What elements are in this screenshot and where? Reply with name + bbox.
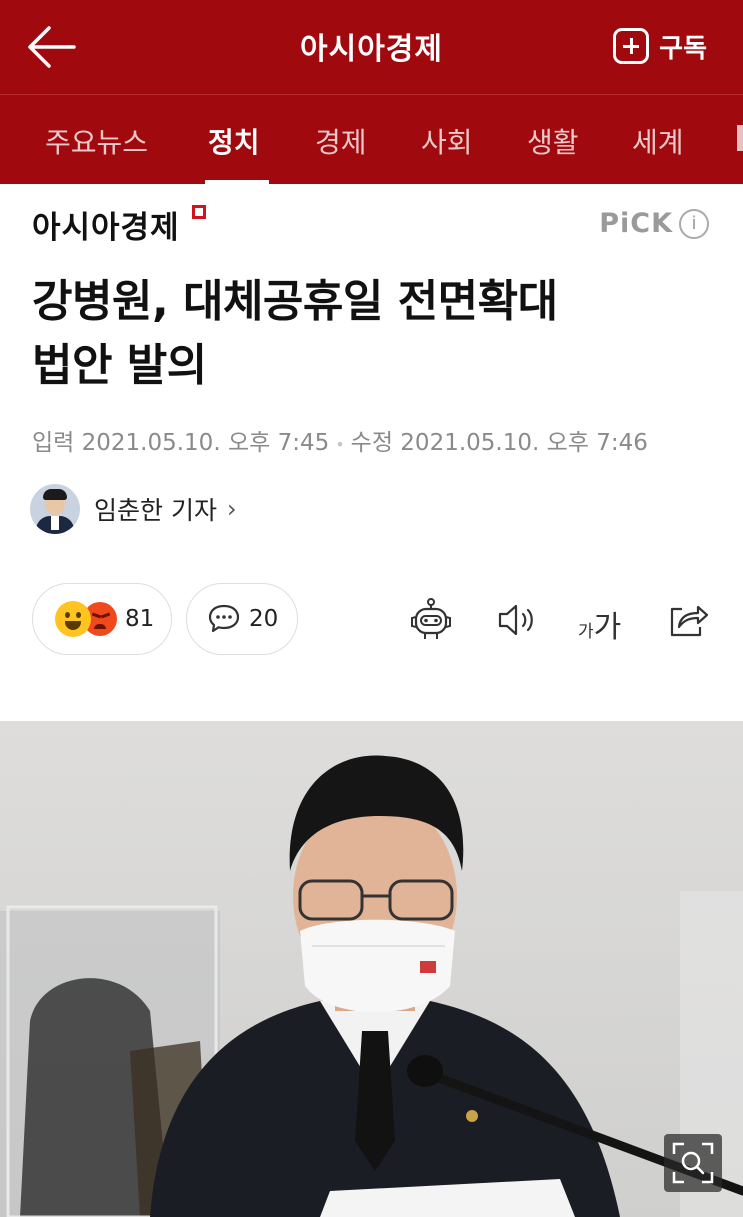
font-size-button[interactable]: 가가 <box>578 602 621 646</box>
share-icon <box>670 605 709 637</box>
article-photo-image <box>0 721 743 1217</box>
chevron-right-icon: › <box>226 495 237 523</box>
tab-politics[interactable]: 정치 <box>208 121 260 161</box>
published-date: 입력 2021.05.10. 오후 7:45 <box>32 430 330 456</box>
tab-society[interactable]: 사회 <box>421 121 473 161</box>
tab-economy[interactable]: 경제 <box>315 121 367 161</box>
comment-count: 20 <box>249 606 279 632</box>
summary-bot-button[interactable] <box>407 596 455 644</box>
pick-badge[interactable]: PiCK i <box>599 208 709 239</box>
tab-main-news[interactable]: 주요뉴스 <box>45 121 148 161</box>
comment-icon <box>208 604 240 633</box>
pick-label: PiCK <box>599 208 673 239</box>
tab-overflow-indicator <box>737 125 743 151</box>
share-button[interactable] <box>665 596 711 644</box>
tab-world[interactable]: 세계 <box>632 121 684 161</box>
subscribe-label: 구독 <box>659 33 707 64</box>
happy-emoji-icon <box>55 601 91 637</box>
article-headline: 강병원, 대체공휴일 전면확대 법안 발의 <box>32 270 712 398</box>
reaction-button[interactable]: 81 <box>32 583 172 655</box>
font-size-large-glyph: 가 <box>593 610 622 645</box>
speaker-icon <box>498 604 533 636</box>
press-logo-mark-icon <box>192 205 206 219</box>
headline-line-1: 강병원, 대체공휴일 전면확대 <box>32 276 558 327</box>
zoom-icon <box>672 1142 714 1184</box>
photo-zoom-button[interactable] <box>664 1134 722 1192</box>
plus-square-icon <box>613 28 650 64</box>
tab-life[interactable]: 생활 <box>527 121 579 161</box>
tts-button[interactable] <box>494 596 540 644</box>
modified-date: 수정 2021.05.10. 오후 7:46 <box>350 430 648 456</box>
font-size-small-glyph: 가 <box>578 622 594 642</box>
author-link[interactable]: 임춘한 기자 › <box>30 483 237 535</box>
date-separator: • <box>335 435 345 454</box>
section-tabs: 주요뉴스 정치 경제 사회 생활 세계 <box>0 94 743 184</box>
author-name: 임춘한 기자 <box>94 496 217 525</box>
reaction-count: 81 <box>125 606 155 632</box>
robot-summary-icon <box>411 598 451 639</box>
headline-line-2: 법안 발의 <box>32 340 207 391</box>
app-header: 아시아경제 구독 <box>0 0 743 94</box>
press-logo[interactable]: 아시아경제 <box>32 202 180 247</box>
subscribe-button[interactable]: 구독 <box>613 26 707 66</box>
comment-button[interactable]: 20 <box>186 583 298 655</box>
article-dates: 입력 2021.05.10. 오후 7:45 • 수정 2021.05.10. 오후… <box>32 423 648 457</box>
article-photo[interactable] <box>0 721 743 1217</box>
info-icon[interactable]: i <box>679 208 709 239</box>
active-tab-indicator <box>205 180 269 184</box>
avatar <box>30 484 80 534</box>
